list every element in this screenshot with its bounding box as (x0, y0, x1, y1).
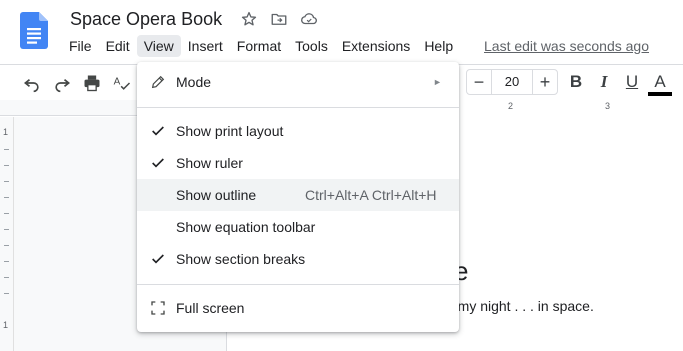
menu-item-label: Full screen (176, 300, 245, 316)
menu-divider (137, 107, 459, 108)
print-icon[interactable] (82, 73, 102, 93)
view-menu-show-outline[interactable]: Show outline Ctrl+Alt+A Ctrl+Alt+H (137, 179, 459, 211)
move-to-folder-icon[interactable] (270, 10, 288, 28)
ruler-mark: 3 (605, 101, 611, 111)
svg-text:A: A (114, 77, 121, 88)
star-icon[interactable] (240, 10, 258, 28)
menu-help[interactable]: Help (417, 35, 460, 57)
document-body-text[interactable]: rmy night . . . in space. (453, 298, 594, 314)
pencil-icon (149, 73, 167, 91)
last-edit-link[interactable]: Last edit was seconds ago (484, 38, 649, 54)
menu-tools[interactable]: Tools (288, 35, 335, 57)
view-menu-full-screen[interactable]: Full screen (137, 292, 459, 324)
menu-format[interactable]: Format (230, 35, 288, 57)
view-menu-show-equation-toolbar[interactable]: Show equation toolbar (137, 211, 459, 243)
bold-button[interactable]: B (566, 70, 586, 94)
vertical-ruler[interactable]: 1 1 (0, 117, 14, 351)
decrease-font-size-button[interactable]: − (466, 69, 492, 95)
ruler-mark: 2 (508, 101, 514, 111)
checkmark-icon (149, 250, 167, 268)
menu-item-label: Show outline (176, 187, 257, 203)
fullscreen-icon (149, 299, 167, 317)
view-menu-show-print-layout[interactable]: Show print layout (137, 115, 459, 147)
menu-item-label: Show equation toolbar (176, 219, 316, 235)
view-menu-show-ruler[interactable]: Show ruler (137, 147, 459, 179)
menu-insert[interactable]: Insert (181, 35, 230, 57)
cloud-saved-icon[interactable] (300, 10, 318, 28)
menu-item-label: Mode (176, 74, 212, 90)
menu-item-label: Show ruler (176, 155, 243, 171)
italic-button[interactable]: I (594, 70, 614, 94)
menu-divider (137, 284, 459, 285)
menu-edit[interactable]: Edit (99, 35, 137, 57)
menu-view[interactable]: View (136, 35, 181, 57)
font-size-input[interactable]: 20 (492, 69, 532, 95)
undo-icon[interactable] (22, 73, 42, 93)
ruler-mark: 1 (3, 127, 9, 137)
increase-font-size-button[interactable]: + (532, 69, 558, 95)
menu-item-label: Show print layout (176, 123, 284, 139)
ruler-mark: 1 (3, 320, 9, 330)
view-menu-dropdown: Mode ► Show print layout Show ruler Show… (137, 62, 459, 332)
google-docs-logo-icon[interactable] (20, 12, 48, 49)
menu-file[interactable]: File (62, 35, 99, 57)
spell-check-icon[interactable]: A (112, 73, 132, 93)
text-color-button[interactable]: A (648, 70, 672, 96)
text-color-label: A (654, 72, 666, 91)
view-menu-mode[interactable]: Mode ► (137, 66, 459, 98)
redo-icon[interactable] (52, 73, 72, 93)
view-menu-show-section-breaks[interactable]: Show section breaks (137, 243, 459, 275)
checkmark-icon (149, 154, 167, 172)
text-color-swatch (648, 92, 672, 96)
submenu-arrow-icon: ► (433, 77, 442, 87)
checkmark-icon (149, 122, 167, 140)
menu-bar: File Edit View Insert Format Tools Exten… (62, 34, 460, 58)
keyboard-shortcut: Ctrl+Alt+A Ctrl+Alt+H (305, 187, 437, 203)
underline-button[interactable]: U (622, 70, 642, 94)
font-size-stepper: − 20 + (466, 69, 558, 95)
document-title[interactable]: Space Opera Book (70, 9, 222, 30)
menu-item-label: Show section breaks (176, 251, 306, 267)
menu-extensions[interactable]: Extensions (335, 35, 417, 57)
